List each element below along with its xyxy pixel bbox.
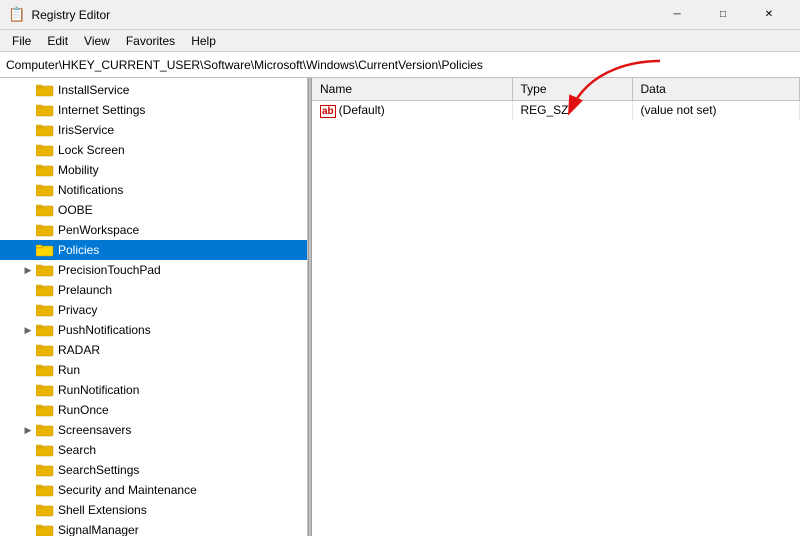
registry-table: Name Type Data ab(Default)REG_SZ(value n…	[312, 78, 800, 120]
reg-type: REG_SZ	[512, 100, 632, 120]
folder-icon	[36, 503, 54, 517]
folder-icon	[36, 463, 54, 477]
window-controls: ─ □ ✕	[654, 0, 792, 30]
close-button[interactable]: ✕	[746, 0, 792, 30]
folder-icon	[36, 443, 54, 457]
folder-icon	[36, 523, 54, 536]
tree-item-label: SignalManager	[58, 523, 139, 536]
address-path: Computer\HKEY_CURRENT_USER\Software\Micr…	[6, 58, 483, 72]
table-row[interactable]: ab(Default)REG_SZ(value not set)	[312, 100, 800, 120]
tree-pane[interactable]: InstallService Internet Settings IrisSer…	[0, 78, 308, 536]
main-content: InstallService Internet Settings IrisSer…	[0, 78, 800, 536]
tree-item-PrecisionTouchPad[interactable]: ▶ PrecisionTouchPad	[0, 260, 307, 280]
tree-item-SecurityMaintenance[interactable]: Security and Maintenance	[0, 480, 307, 500]
tree-item-label: Screensavers	[58, 423, 131, 437]
minimize-button[interactable]: ─	[654, 0, 700, 30]
tree-item-label: PrecisionTouchPad	[58, 263, 161, 277]
folder-icon	[36, 283, 54, 297]
tree-item-label: Prelaunch	[58, 283, 112, 297]
tree-item-Search[interactable]: Search	[0, 440, 307, 460]
folder-icon	[36, 203, 54, 217]
tree-item-label: RunOnce	[58, 403, 109, 417]
folder-icon	[36, 83, 54, 97]
tree-item-SignalManager[interactable]: SignalManager	[0, 520, 307, 536]
tree-item-RunNotification[interactable]: RunNotification	[0, 380, 307, 400]
folder-icon	[36, 143, 54, 157]
tree-item-label: PushNotifications	[58, 323, 151, 337]
tree-item-label: Search	[58, 443, 96, 457]
folder-icon	[36, 303, 54, 317]
expand-icon: ▶	[20, 425, 36, 436]
ab-icon: ab	[320, 105, 336, 118]
tree-item-RADAR[interactable]: RADAR	[0, 340, 307, 360]
tree-item-label: Lock Screen	[58, 143, 125, 157]
folder-icon	[36, 163, 54, 177]
expand-icon: ▶	[20, 325, 36, 336]
tree-item-PushNotifications[interactable]: ▶ PushNotifications	[0, 320, 307, 340]
tree-item-Privacy[interactable]: Privacy	[0, 300, 307, 320]
col-name[interactable]: Name	[312, 78, 512, 100]
tree-item-Notifications[interactable]: Notifications	[0, 180, 307, 200]
folder-icon	[36, 183, 54, 197]
folder-icon	[36, 423, 54, 437]
address-bar: Computer\HKEY_CURRENT_USER\Software\Micr…	[0, 52, 800, 78]
app-title: Registry Editor	[31, 8, 110, 22]
col-data[interactable]: Data	[632, 78, 800, 100]
folder-icon	[36, 483, 54, 497]
menu-favorites[interactable]: Favorites	[118, 32, 183, 50]
tree-item-label: SearchSettings	[58, 463, 139, 477]
tree-item-OOBE[interactable]: OOBE	[0, 200, 307, 220]
maximize-button[interactable]: □	[700, 0, 746, 30]
tree-item-SearchSettings[interactable]: SearchSettings	[0, 460, 307, 480]
menu-help[interactable]: Help	[183, 32, 224, 50]
expand-icon: ▶	[20, 265, 36, 276]
tree-item-label: RunNotification	[58, 383, 139, 397]
tree-item-label: PenWorkspace	[58, 223, 139, 237]
tree-item-Run[interactable]: Run	[0, 360, 307, 380]
tree-item-Prelaunch[interactable]: Prelaunch	[0, 280, 307, 300]
folder-icon	[36, 263, 54, 277]
tree-item-label: InstallService	[58, 83, 129, 97]
tree-item-label: Mobility	[58, 163, 99, 177]
tree-item-label: Notifications	[58, 183, 123, 197]
app-icon: 📋	[8, 6, 25, 23]
tree-item-label: Security and Maintenance	[58, 483, 197, 497]
menu-bar: File Edit View Favorites Help	[0, 30, 800, 52]
tree-item-InstallService[interactable]: InstallService	[0, 80, 307, 100]
folder-icon	[36, 323, 54, 337]
tree-item-PenWorkspace[interactable]: PenWorkspace	[0, 220, 307, 240]
reg-data: (value not set)	[632, 100, 800, 120]
folder-icon	[36, 243, 54, 257]
tree-item-Screensavers[interactable]: ▶ Screensavers	[0, 420, 307, 440]
menu-file[interactable]: File	[4, 32, 39, 50]
right-pane: Name Type Data ab(Default)REG_SZ(value n…	[312, 78, 800, 536]
reg-name: ab(Default)	[312, 100, 512, 120]
tree-item-label: OOBE	[58, 203, 93, 217]
folder-icon	[36, 103, 54, 117]
title-bar: 📋 Registry Editor ─ □ ✕	[0, 0, 800, 30]
menu-view[interactable]: View	[76, 32, 118, 50]
tree-item-Policies[interactable]: Policies	[0, 240, 307, 260]
folder-icon	[36, 123, 54, 137]
tree-item-label: Internet Settings	[58, 103, 145, 117]
col-type[interactable]: Type	[512, 78, 632, 100]
tree-item-label: Privacy	[58, 303, 97, 317]
folder-icon	[36, 223, 54, 237]
tree-item-RunOnce[interactable]: RunOnce	[0, 400, 307, 420]
tree-item-label: RADAR	[58, 343, 100, 357]
tree-item-label: Shell Extensions	[58, 503, 147, 517]
tree-item-LockScreen[interactable]: Lock Screen	[0, 140, 307, 160]
menu-edit[interactable]: Edit	[39, 32, 76, 50]
tree-item-label: Run	[58, 363, 80, 377]
tree-item-InternetSettings[interactable]: Internet Settings	[0, 100, 307, 120]
folder-icon	[36, 403, 54, 417]
tree-item-Mobility[interactable]: Mobility	[0, 160, 307, 180]
tree-item-label: IrisService	[58, 123, 114, 137]
folder-icon	[36, 383, 54, 397]
tree-item-ShellExtensions[interactable]: Shell Extensions	[0, 500, 307, 520]
folder-icon	[36, 343, 54, 357]
tree-item-IrisService[interactable]: IrisService	[0, 120, 307, 140]
folder-icon	[36, 363, 54, 377]
tree-item-label: Policies	[58, 243, 99, 257]
